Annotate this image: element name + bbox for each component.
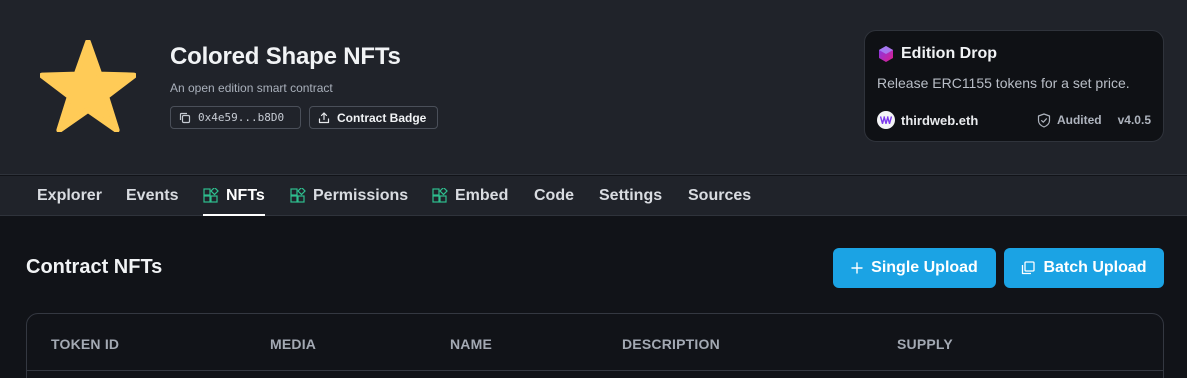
tab-events[interactable]: Events	[126, 176, 178, 216]
copy-icon	[179, 112, 191, 123]
version-label: v4.0.5	[1117, 113, 1151, 127]
contract-description: An open edition smart contract	[170, 81, 333, 95]
section-title: Contract NFTs	[26, 256, 163, 278]
stack-icon	[1022, 261, 1036, 275]
tab-code[interactable]: Code	[534, 176, 574, 216]
nft-table: TOKEN ID MEDIA NAME DESCRIPTION SUPPLY	[26, 313, 1164, 378]
tab-permissions[interactable]: Permissions	[290, 176, 408, 216]
column-header-supply[interactable]: SUPPLY	[897, 336, 953, 352]
column-header-name[interactable]: NAME	[450, 336, 492, 352]
share-icon	[318, 111, 330, 123]
card-title: Edition Drop	[901, 45, 997, 62]
edition-drop-logo-icon	[879, 46, 893, 62]
column-header-media[interactable]: MEDIA	[270, 336, 316, 352]
card-description: Release ERC1155 tokens for a set price.	[877, 75, 1130, 91]
extension-icon	[290, 188, 306, 203]
star-icon	[40, 40, 136, 132]
extension-icon	[432, 188, 448, 203]
copy-address-button[interactable]: 0x4e59...b8D0	[170, 106, 301, 129]
contract-tabs: Explorer Events NFTs Permissions Embed C…	[0, 176, 1187, 216]
contract-address: 0x4e59...b8D0	[198, 111, 285, 124]
audited-label: Audited	[1056, 113, 1102, 127]
contract-name: Colored Shape NFTs	[170, 43, 401, 70]
contract-badge-label: Contract Badge	[337, 110, 427, 125]
column-header-token-id[interactable]: TOKEN ID	[51, 336, 119, 352]
audited-badge[interactable]: Audited	[1037, 112, 1102, 128]
tab-sources[interactable]: Sources	[688, 176, 751, 216]
tab-embed[interactable]: Embed	[432, 176, 508, 216]
thirdweb-avatar-icon	[877, 111, 895, 129]
single-upload-button[interactable]: Single Upload	[833, 248, 996, 288]
extension-icon	[203, 188, 219, 203]
contract-type-card[interactable]: Edition Drop Release ERC1155 tokens for …	[864, 30, 1164, 142]
tab-settings[interactable]: Settings	[599, 176, 662, 216]
contract-header: Colored Shape NFTs An open edition smart…	[0, 0, 1187, 175]
tab-explorer[interactable]: Explorer	[37, 176, 102, 216]
header-divider	[27, 370, 1163, 371]
plus-icon	[851, 262, 863, 274]
column-header-description[interactable]: DESCRIPTION	[622, 336, 720, 352]
contract-badge-button[interactable]: Contract Badge	[309, 106, 438, 129]
batch-upload-button[interactable]: Batch Upload	[1004, 248, 1164, 288]
shield-check-icon	[1037, 112, 1051, 128]
tab-nfts[interactable]: NFTs	[203, 176, 265, 216]
publisher-name: thirdweb.eth	[901, 112, 979, 128]
publisher-link[interactable]: thirdweb.eth	[877, 111, 978, 129]
